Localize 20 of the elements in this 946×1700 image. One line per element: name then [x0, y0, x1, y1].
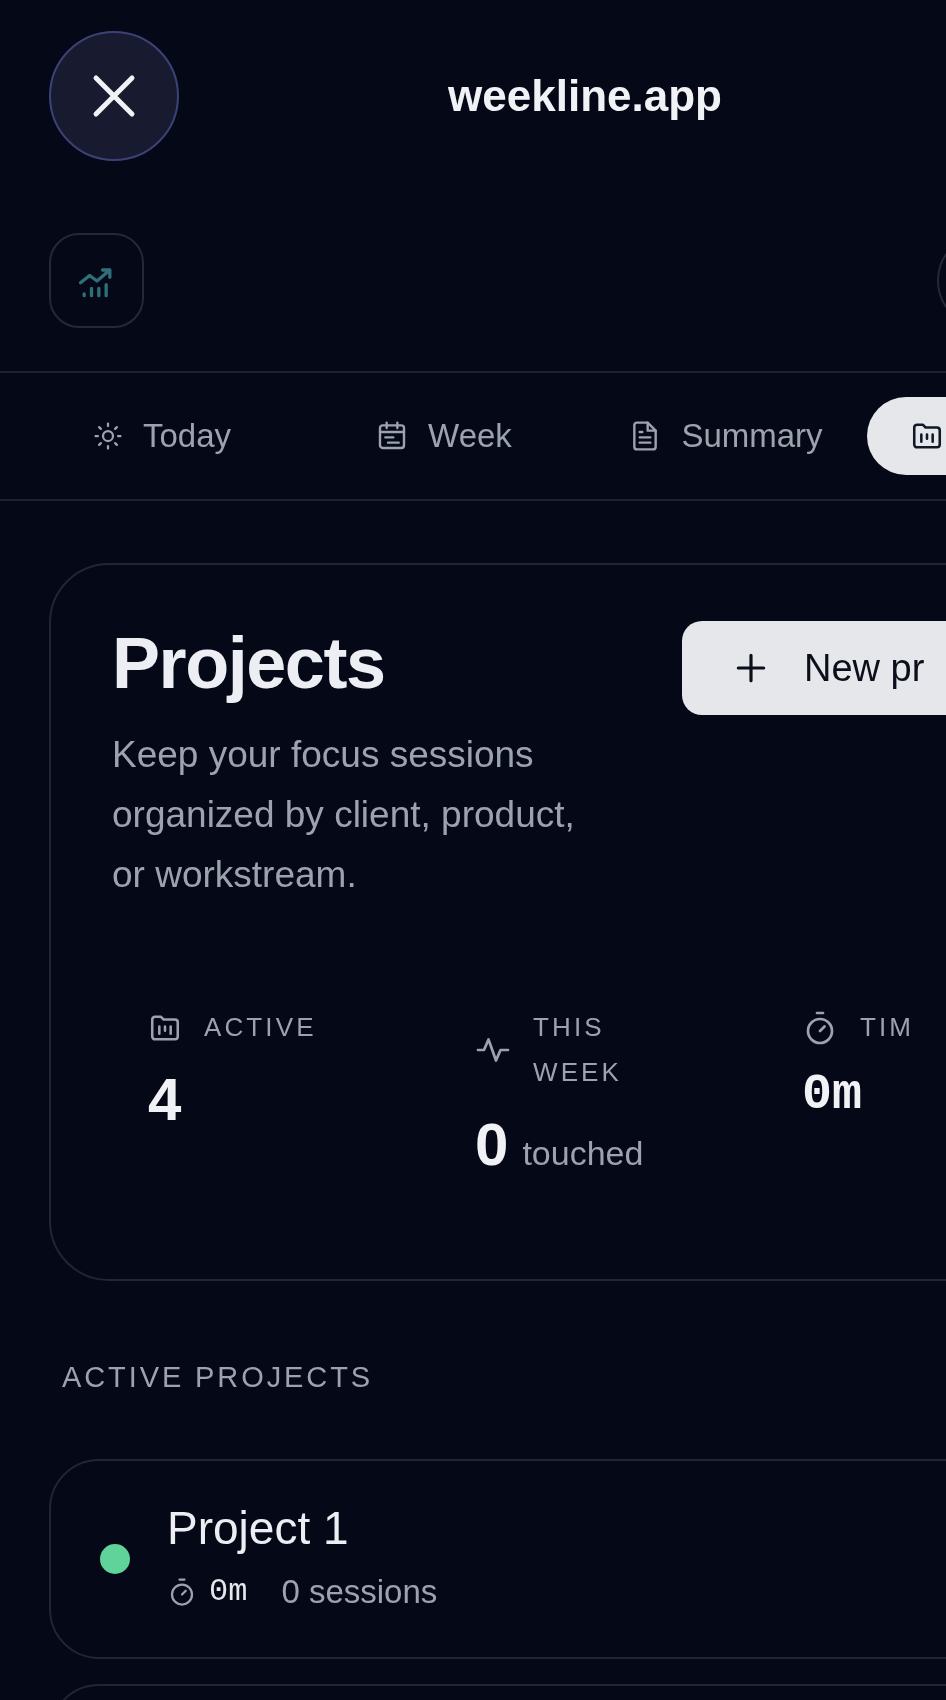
tab[interactable]: Today	[21, 397, 303, 475]
project-name: Project 1	[167, 1501, 350, 1556]
stat-label: THIS WEEK	[533, 1011, 624, 1089]
tab[interactable]: Summary	[585, 397, 867, 475]
sun-icon	[92, 421, 123, 451]
stat-value: 0m	[802, 1070, 862, 1120]
project-card[interactable]: Project 1 0m 0 sessions	[49, 1459, 946, 1659]
stat-value: 4	[148, 1070, 182, 1130]
page-description: Keep your focus sessions organized by client, product, or workstream.	[112, 733, 576, 897]
project-time: 0m	[209, 1572, 248, 1612]
app-title: weekline.app	[448, 74, 722, 118]
stat-label: ACTIVE	[204, 1011, 318, 1044]
stat-unit: touched	[522, 1133, 644, 1174]
section-title: ACTIVE PROJECTS	[62, 1360, 374, 1395]
stat-value: 0	[475, 1115, 509, 1175]
project-sessions: 0 sessions	[281, 1572, 438, 1613]
stats-button[interactable]	[49, 233, 144, 328]
tab[interactable]: Week	[303, 397, 585, 475]
stat-label: TIM	[860, 1011, 916, 1044]
new-project-button[interactable]: New pr	[682, 621, 946, 715]
